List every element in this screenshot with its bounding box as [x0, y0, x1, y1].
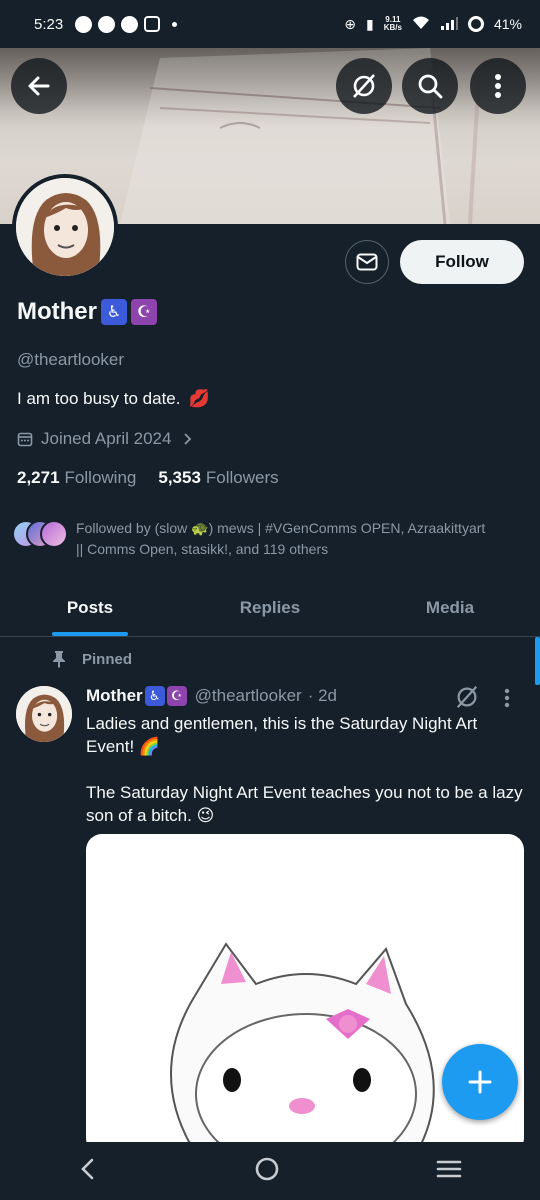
tweet-header: Mother ♿ ☪ @theartlooker · 2d [86, 686, 337, 706]
profile-avatar[interactable] [12, 174, 118, 280]
wifi-icon [412, 16, 430, 33]
vibrate-icon: ▮ [366, 15, 374, 32]
compose-button[interactable] [442, 1044, 518, 1120]
nav-back-button[interactable] [78, 1157, 98, 1186]
chevron-right-icon [184, 433, 192, 445]
followers-stat[interactable]: 5,353 Followers [158, 468, 278, 488]
wheelchair-emoji: ♿ [144, 686, 165, 706]
followed-by-text: Followed by (slow 🐢) mews | #VGenComms O… [76, 520, 486, 557]
envelope-icon [356, 253, 378, 271]
tab-replies[interactable]: Replies [180, 580, 360, 636]
system-nav-bar [0, 1142, 540, 1200]
pin-icon [53, 651, 65, 668]
joined-date[interactable]: Joined April 2024 [17, 429, 193, 449]
scrollbar[interactable] [535, 637, 540, 685]
tweet-handle[interactable]: @theartlooker [195, 686, 302, 706]
profile-name-text: Mother [17, 298, 97, 325]
status-bar: 5:23 ⊕ ▮ 9.11 KB/s 41% [0, 0, 540, 48]
followers-count: 5,353 [158, 468, 201, 487]
star-crescent-emoji: ☪ [131, 299, 157, 325]
kiss-emoji: 💋 [188, 389, 210, 408]
menu-lines-icon [436, 1160, 462, 1177]
tweet-paragraph: Ladies and gentlemen, this is the Saturd… [86, 714, 478, 756]
vertical-dots-icon [495, 74, 501, 98]
back-arrow-icon [28, 76, 50, 96]
back-chevron-icon [81, 1158, 94, 1179]
back-button[interactable] [11, 58, 67, 114]
more-options-button[interactable] [470, 58, 526, 114]
following-count: 2,271 [17, 468, 60, 487]
pinned-indicator: Pinned [52, 650, 132, 668]
battery-percent: 41% [493, 16, 522, 32]
followed-by-section[interactable]: Followed by (slow 🐢) mews | #VGenComms O… [12, 518, 496, 560]
profile-tabs: Posts Replies Media [0, 580, 540, 637]
vertical-dots-icon [504, 688, 510, 708]
messenger-notification-icon [98, 15, 116, 33]
tab-posts[interactable]: Posts [0, 580, 180, 636]
tweet-avatar[interactable] [16, 686, 72, 742]
instagram-notification-icon [144, 16, 161, 32]
chat-notification-icon [75, 15, 93, 33]
grok-icon [353, 74, 375, 98]
pinned-label: Pinned [82, 650, 133, 668]
grok-button[interactable] [336, 58, 392, 114]
tweet-text: Ladies and gentlemen, this is the Saturd… [86, 712, 526, 827]
battery-icon [467, 16, 484, 32]
plus-icon [468, 1070, 492, 1094]
star-crescent-emoji: ☪ [166, 686, 187, 706]
network-speed: 9.11 KB/s [384, 16, 402, 32]
tweet-avatar-drawing [16, 686, 72, 742]
message-button[interactable] [345, 240, 389, 284]
calendar-icon [17, 432, 33, 447]
tweet-paragraph: The Saturday Night Art Event teaches you… [86, 783, 523, 825]
nav-home-button[interactable] [254, 1156, 280, 1187]
facebook-notification-icon [121, 15, 139, 33]
tweet-more-button[interactable] [504, 688, 510, 713]
signal-icon [440, 16, 458, 33]
grok-icon [456, 686, 478, 708]
more-notifications-icon [172, 21, 178, 27]
profile-name: Mother ♿ ☪ [17, 298, 157, 326]
network-speed-unit: KB/s [383, 23, 402, 32]
follower-avatar [40, 520, 68, 548]
profile-handle: @theartlooker [17, 350, 125, 369]
avatar-drawing [16, 178, 114, 276]
tweet-time: · 2d [307, 686, 337, 705]
tab-media[interactable]: Media [360, 580, 540, 636]
search-icon [418, 74, 443, 99]
follow-button[interactable]: Follow [400, 240, 524, 284]
status-time: 5:23 [34, 15, 64, 33]
joined-text: Joined April 2024 [41, 429, 172, 448]
following-stat[interactable]: 2,271 Following [17, 468, 136, 488]
following-label: Following [64, 468, 137, 487]
follower-avatars [12, 520, 68, 548]
nav-recents-button[interactable] [436, 1158, 462, 1185]
follow-stats: 2,271 Following 5,353 Followers [17, 468, 279, 488]
wheelchair-emoji: ♿ [101, 299, 127, 325]
home-circle-icon [255, 1157, 279, 1180]
bio-text: I am too busy to date. [17, 389, 181, 408]
tweet-grok-button[interactable] [454, 684, 480, 715]
followers-label: Followers [205, 468, 279, 487]
tweet-author[interactable]: Mother [86, 686, 143, 706]
data-saver-icon: ⊕ [344, 15, 357, 32]
search-button[interactable] [402, 58, 458, 114]
profile-bio: I am too busy to date. 💋 [17, 389, 210, 409]
